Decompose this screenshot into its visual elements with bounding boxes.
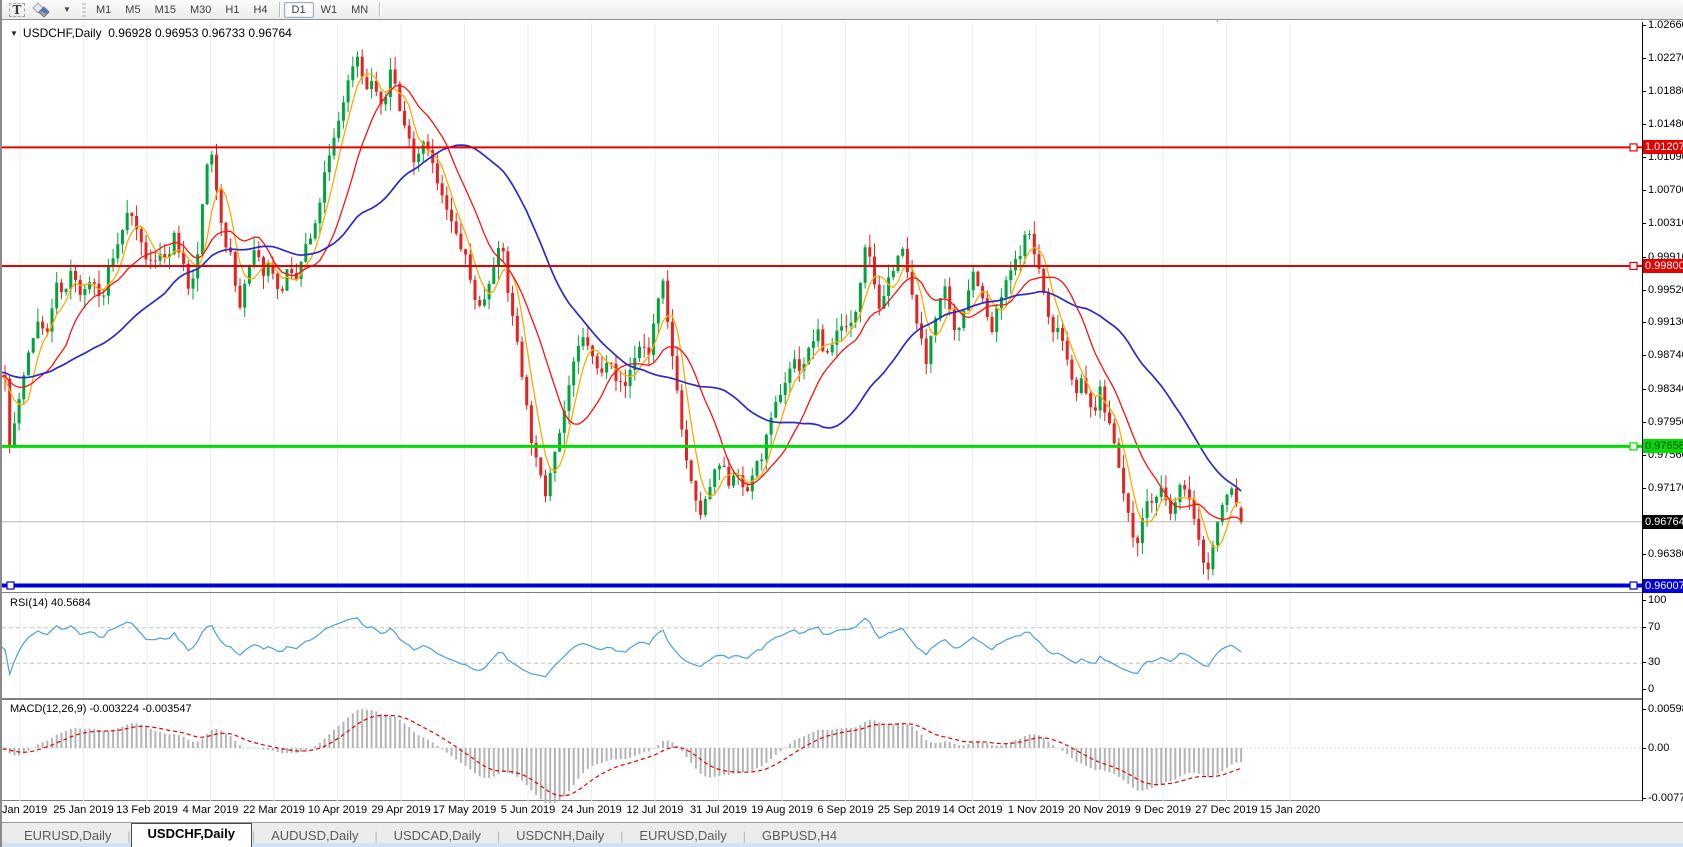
price-scale-label: 1.02270 [1648,52,1683,64]
toolbar-grip[interactable] [81,3,86,17]
styler-dropdown-caret-icon[interactable]: ▼ [57,1,77,18]
timeframe-button-h1[interactable]: H1 [218,3,246,17]
price-label-current-price: 0.96764 [1643,515,1683,529]
tabbar-bottom-strip [2,843,1683,847]
price-scale-label: 1.00700 [1648,184,1683,196]
price-tick [1642,322,1646,323]
main-chart-panel[interactable] [2,22,1642,592]
toolbar-separator [379,2,380,17]
price-scale-label: 0.99520 [1648,284,1683,296]
price-scale-label: 1.01480 [1648,118,1683,130]
price-tick [1642,223,1646,224]
price-tick [1642,91,1646,92]
price-label-resistance-line: 0.99800 [1643,259,1683,273]
price-scale-label: 0.97170 [1648,482,1683,494]
price-tick [1642,58,1646,59]
rsi-value: 40.5684 [51,597,91,609]
price-scale-label: 0.99130 [1648,316,1683,328]
price-tick [1642,389,1646,390]
price-label-resistance-line: 1.01207 [1643,140,1683,154]
rsi-name: RSI(14) [10,597,48,609]
tab-usdchf-daily[interactable]: USDCHF,Daily [131,823,252,847]
price-scale-label: 0.97950 [1648,416,1683,428]
chart-tab-bar: EURUSD,Daily|USDCHF,Daily|AUDUSD,Daily|U… [2,822,1683,847]
price-scale-label: 1.02660 [1648,19,1683,31]
price-tick [1642,124,1646,125]
price-tick [1642,355,1646,356]
timeframe-button-w1[interactable]: W1 [314,3,345,17]
timeframe-button-m5[interactable]: M5 [118,3,147,17]
price-tick [1642,488,1646,489]
mt4-window: T ▼ M1M5M15M30H1H4D1W1MN ▲ ▼USDCHF,Daily… [0,0,1683,847]
price-scale-label: 1.00310 [1648,217,1683,229]
macd-name: MACD(12,26,9) [10,703,86,715]
candlestick-chart[interactable] [2,22,1642,592]
price-scale-label: 1.01880 [1648,85,1683,97]
macd-scale-label: 0.00 [1648,742,1669,754]
rsi-scale-label: 30 [1648,656,1660,668]
text-tool-icon: T [9,3,26,17]
rsi-panel[interactable] [2,592,1642,698]
macd-tick [1642,748,1646,749]
macd-panel[interactable] [2,698,1642,801]
rsi-label: RSI(14) 40.5684 [10,597,91,609]
price-scale-label: 0.96380 [1648,548,1683,560]
rsi-scale-label: 100 [1648,594,1666,606]
time-axis-label: 15 Jan 2020 [1250,804,1330,816]
macd-label: MACD(12,26,9) -0.003224 -0.003547 [10,703,192,715]
chart-title-symbol: USDCHF,Daily [23,26,102,40]
chart-window: ▲ ▼USDCHF,Daily 0.96928 0.96953 0.96733 … [2,21,1683,822]
price-axis-line [1642,22,1643,801]
price-label-support-line: 0.96007 [1643,579,1683,593]
collapse-triangle-icon[interactable]: ▼ [10,29,18,38]
timeframe-button-mn[interactable]: MN [344,3,375,17]
price-tick [1642,554,1646,555]
macd-chart[interactable] [2,700,1642,803]
text-tool-button[interactable]: T [7,1,27,18]
rsi-scale-label: 70 [1648,621,1660,633]
rsi-scale-label: 0 [1648,683,1654,695]
price-scale-label: 0.98340 [1648,383,1683,395]
timeframe-button-m15[interactable]: M15 [148,3,183,17]
rsi-tick [1642,600,1646,601]
toolbar-separator [279,2,280,17]
macd-tick [1642,709,1646,710]
chart-title: ▼ USDCHF,Daily 0.96928 0.96953 0.96733 0.… [10,26,292,40]
macd-tick [1642,798,1646,799]
price-tick [1642,157,1646,158]
price-label-support-line: 0.97658 [1643,439,1683,453]
price-tick [1642,290,1646,291]
macd-scale-label: -0.007737 [1648,792,1683,804]
price-tick [1642,257,1646,258]
timeframe-button-d1[interactable]: D1 [284,2,314,18]
price-tick [1642,25,1646,26]
macd-scale-label: 0.005986 [1648,703,1683,715]
toolbar: T ▼ M1M5M15M30H1H4 D1W1MN [2,0,1683,20]
rsi-tick [1642,662,1646,663]
styler-button[interactable] [29,1,55,18]
price-tick [1642,422,1646,423]
timeframe-button-h4[interactable]: H4 [246,3,274,17]
macd-values: -0.003224 -0.003547 [89,703,191,715]
chart-title-ohlc: 0.96928 0.96953 0.96733 0.96764 [108,26,292,40]
rsi-tick [1642,689,1646,690]
price-tick [1642,455,1646,456]
rsi-chart[interactable] [2,593,1642,698]
timeframe-group: M1M5M15M30H1H4 D1W1MN [89,2,375,18]
timeframe-button-m30[interactable]: M30 [183,3,218,17]
rsi-tick [1642,627,1646,628]
price-scale-label: 0.98740 [1648,349,1683,361]
price-tick [1642,190,1646,191]
timeframe-button-m1[interactable]: M1 [89,3,118,17]
